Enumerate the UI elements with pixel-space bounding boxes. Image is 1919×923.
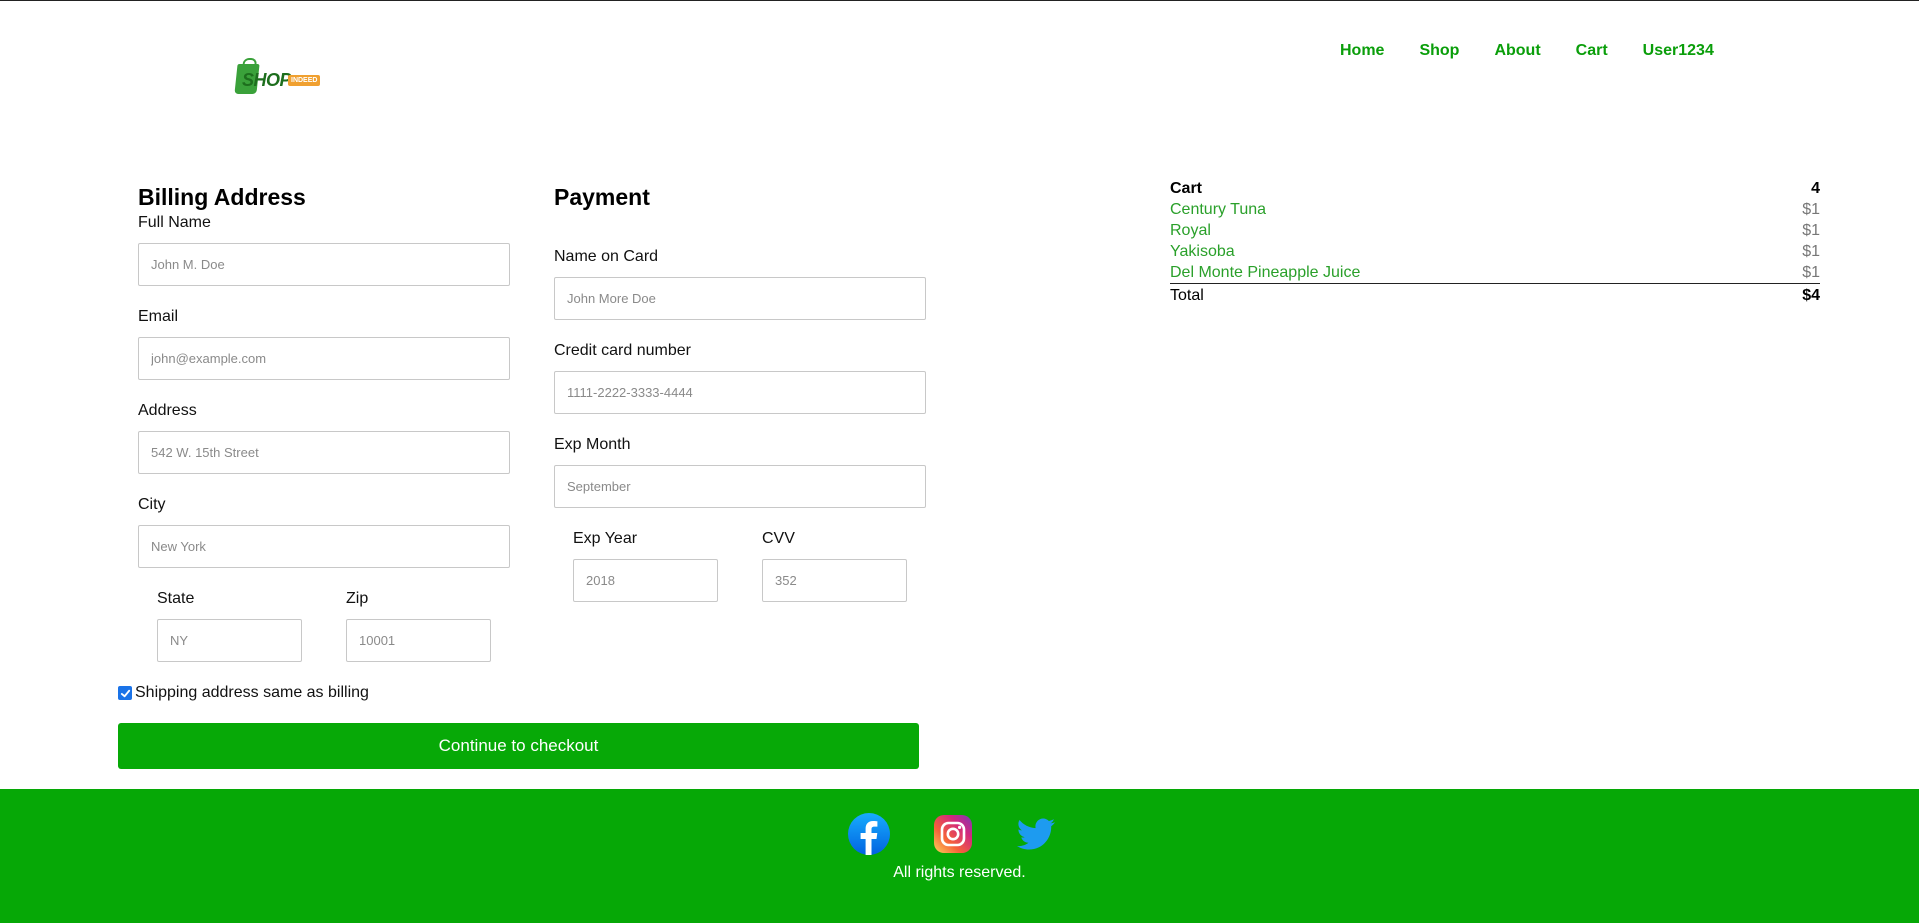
exp-month-input[interactable] [554, 465, 926, 508]
email-input[interactable] [138, 337, 510, 380]
cart-item-price: $1 [1802, 242, 1820, 260]
zip-input[interactable] [346, 619, 491, 662]
copyright-text: All rights reserved. [893, 864, 1026, 881]
cart-item-name[interactable]: Yakisoba [1170, 243, 1235, 261]
checkmark-icon [120, 689, 130, 697]
exp-year-label: Exp Year [573, 530, 638, 547]
cart-item-price: $1 [1802, 263, 1820, 281]
exp-month-label: Exp Month [554, 436, 631, 453]
continue-to-checkout-button[interactable]: Continue to checkout [118, 723, 919, 769]
address-label: Address [138, 402, 197, 419]
cart-item[interactable]: Century Tuna $1 [1170, 199, 1820, 220]
card-number-input[interactable] [554, 371, 926, 414]
cart-total-row: Total $4 [1170, 285, 1820, 307]
cart-header: Cart 4 [1170, 178, 1820, 199]
state-label: State [157, 590, 195, 607]
address-input[interactable] [138, 431, 510, 474]
shipping-same-checkbox[interactable] [118, 686, 132, 700]
logo-tag: INDEED [288, 75, 321, 86]
logo-text: SHOP [242, 70, 292, 90]
cart-item[interactable]: Royal $1 [1170, 220, 1820, 241]
cvv-input[interactable] [762, 559, 907, 602]
cart-item-name[interactable]: Century Tuna [1170, 201, 1266, 219]
cart-item-name[interactable]: Royal [1170, 222, 1211, 240]
cart-item[interactable]: Del Monte Pineapple Juice $1 [1170, 262, 1820, 284]
full-name-input[interactable] [138, 243, 510, 286]
nav-home[interactable]: Home [1340, 42, 1384, 60]
cart-item-name[interactable]: Del Monte Pineapple Juice [1170, 264, 1360, 282]
cart-item-price: $1 [1802, 221, 1820, 239]
cart-total-value: $4 [1802, 287, 1820, 304]
cart-total-label: Total [1170, 287, 1204, 304]
cart-item[interactable]: Yakisoba $1 [1170, 241, 1820, 262]
cart-title: Cart [1170, 179, 1203, 197]
exp-year-input[interactable] [573, 559, 718, 602]
shipping-same-row[interactable]: Shipping address same as billing [118, 684, 369, 702]
billing-title: Billing Address [138, 184, 306, 210]
state-input[interactable] [157, 619, 302, 662]
facebook-icon[interactable] [848, 813, 890, 855]
top-border [0, 0, 1919, 1]
footer [0, 789, 1919, 923]
city-input[interactable] [138, 525, 510, 568]
shipping-same-label: Shipping address same as billing [135, 684, 369, 701]
nav-cart[interactable]: Cart [1576, 42, 1608, 60]
cvv-label: CVV [762, 530, 795, 547]
zip-label: Zip [346, 590, 369, 607]
main-nav: Home Shop About Cart User1234 [1340, 42, 1714, 60]
email-label: Email [138, 308, 179, 325]
cart-count: 4 [1811, 179, 1820, 197]
card-number-label: Credit card number [554, 342, 691, 359]
city-label: City [138, 496, 166, 513]
cart-item-price: $1 [1802, 200, 1820, 218]
instagram-icon[interactable] [932, 813, 974, 855]
name-on-card-input[interactable] [554, 277, 926, 320]
nav-about[interactable]: About [1494, 42, 1540, 60]
twitter-icon[interactable] [1015, 813, 1057, 855]
shop-logo[interactable]: SHOP INDEED [234, 60, 321, 98]
full-name-label: Full Name [138, 214, 211, 231]
nav-shop[interactable]: Shop [1419, 42, 1459, 60]
cart-summary: Cart 4 Century Tuna $1 Royal $1 Yakisoba… [1170, 178, 1820, 307]
payment-title: Payment [554, 184, 650, 210]
name-on-card-label: Name on Card [554, 248, 659, 265]
nav-user[interactable]: User1234 [1643, 42, 1714, 60]
